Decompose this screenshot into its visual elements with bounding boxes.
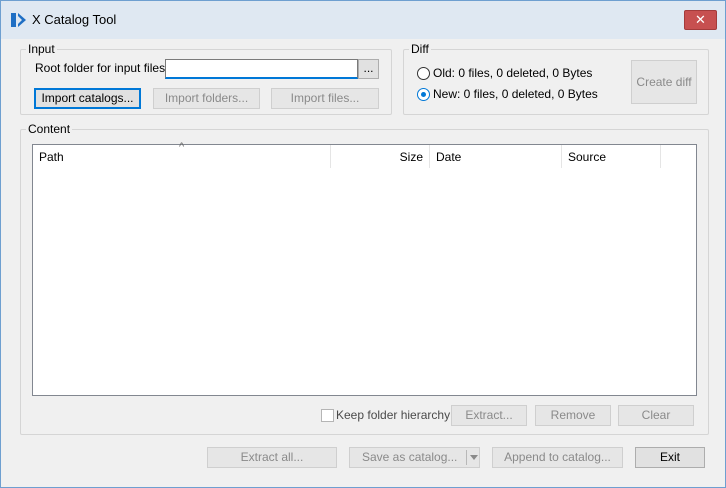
window-title: X Catalog Tool <box>32 12 117 27</box>
new-radio[interactable] <box>417 88 430 101</box>
browse-button[interactable]: ... <box>358 59 379 79</box>
sort-ascending-icon: ^ <box>179 141 185 153</box>
old-radio-label[interactable]: Old: 0 files, 0 deleted, 0 Bytes <box>433 66 592 80</box>
app-icon <box>11 13 26 27</box>
app-window: X Catalog Tool ✕ Input Root folder for i… <box>0 0 726 488</box>
column-size-label: Size <box>399 150 423 164</box>
column-header-date[interactable]: Date <box>430 145 562 168</box>
content-legend: Content <box>26 122 73 136</box>
diff-legend: Diff <box>409 42 431 56</box>
new-radio-label[interactable]: New: 0 files, 0 deleted, 0 Bytes <box>433 87 598 101</box>
exit-button[interactable]: Exit <box>635 447 705 468</box>
column-source-label: Source <box>568 150 607 164</box>
old-radio[interactable] <box>417 67 430 80</box>
remove-button[interactable]: Remove <box>535 405 611 426</box>
create-diff-button[interactable]: Create diff <box>631 60 697 104</box>
root-folder-label: Root folder for input files: <box>35 61 169 75</box>
close-icon: ✕ <box>695 12 706 27</box>
column-header-source[interactable]: Source <box>562 145 661 168</box>
keep-hierarchy-label[interactable]: Keep folder hierarchy <box>336 408 450 422</box>
extract-all-button[interactable]: Extract all... <box>207 447 337 468</box>
close-button[interactable]: ✕ <box>684 10 717 30</box>
extract-button[interactable]: Extract... <box>451 405 527 426</box>
import-catalogs-button[interactable]: Import catalogs... <box>34 88 141 109</box>
append-to-catalog-button[interactable]: Append to catalog... <box>492 447 623 468</box>
clear-button[interactable]: Clear <box>618 405 694 426</box>
root-folder-input[interactable] <box>165 59 358 79</box>
input-legend: Input <box>26 42 57 56</box>
column-date-label: Date <box>436 150 462 164</box>
column-path-label: Path <box>39 150 64 164</box>
save-dropdown-separator <box>466 450 467 465</box>
save-as-catalog-label: Save as catalog... <box>362 450 458 464</box>
save-as-catalog-button[interactable]: Save as catalog... <box>349 447 480 468</box>
import-files-button[interactable]: Import files... <box>271 88 379 109</box>
import-folders-button[interactable]: Import folders... <box>153 88 260 109</box>
content-list[interactable]: Path ^ Size Date Source <box>32 141 697 396</box>
title-bar[interactable]: X Catalog Tool ✕ <box>1 1 725 39</box>
keep-hierarchy-checkbox[interactable] <box>321 409 334 422</box>
chevron-down-icon[interactable] <box>470 455 478 460</box>
column-header-size[interactable]: Size <box>331 145 430 168</box>
